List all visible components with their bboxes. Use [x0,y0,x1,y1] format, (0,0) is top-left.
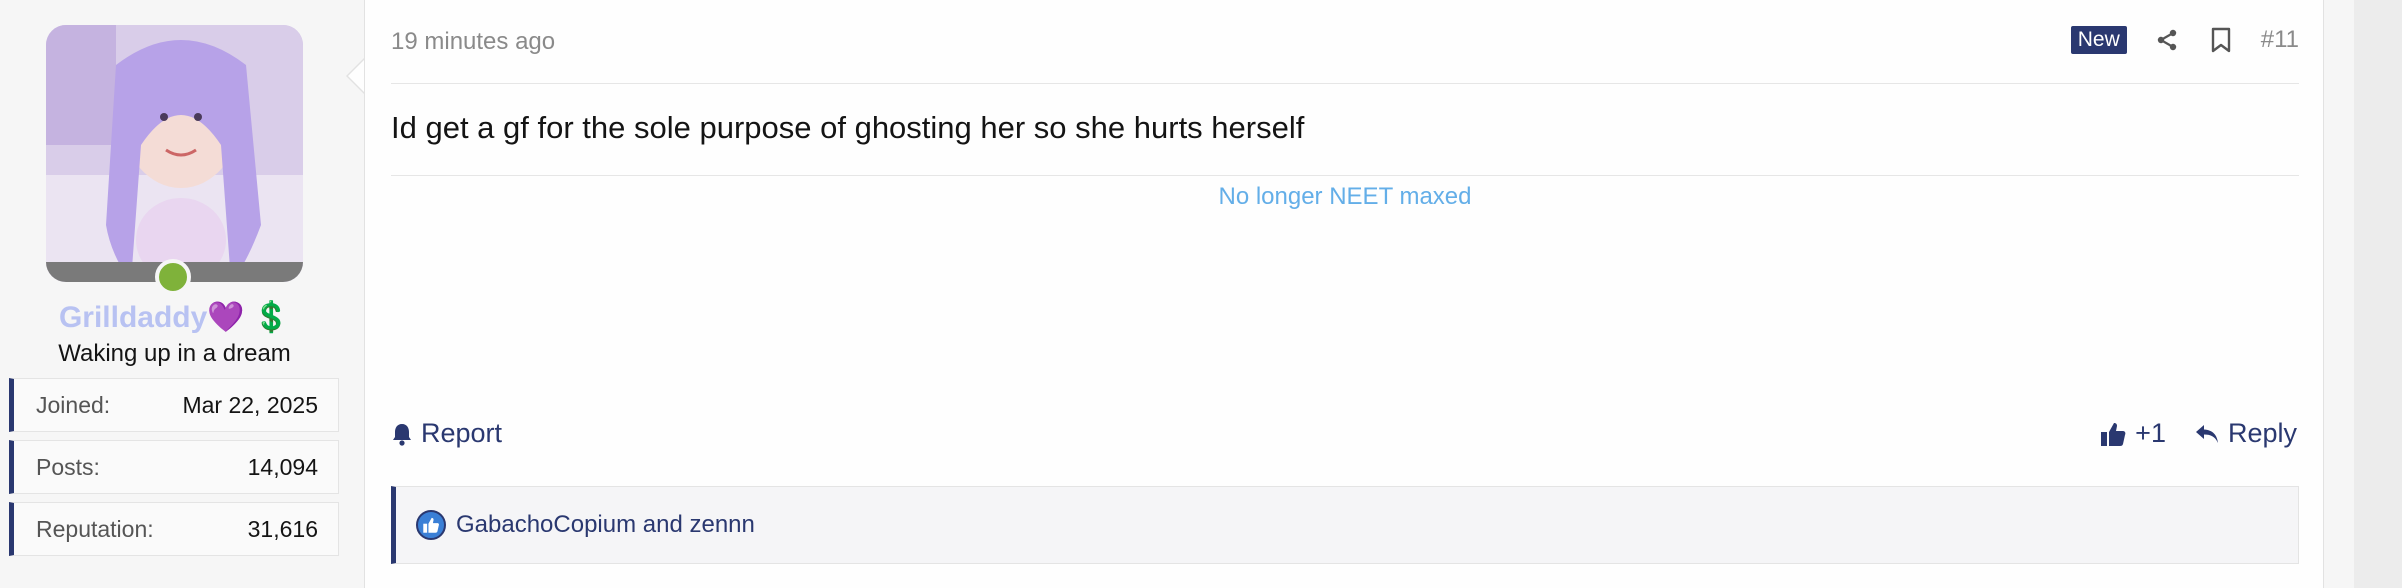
stat-label: Reputation: [36,515,154,542]
post-header: 19 minutes ago New #11 [391,20,2299,84]
post-pointer-inner [348,60,364,92]
like-reaction-icon [416,510,446,540]
avatar[interactable] [46,25,303,282]
post-footer-right: +1 Reply [2099,418,2297,449]
user-panel: Grilldaddy💜 💲 Waking up in a dream Joined… [0,0,364,588]
scrollbar-track[interactable] [2354,0,2402,588]
post-timestamp[interactable]: 19 minutes ago [391,28,555,56]
stat-joined: Joined: Mar 22, 2025 [9,378,339,432]
post-header-actions: New #11 [2070,26,2299,54]
bell-icon [393,423,411,446]
post-container: 19 minutes ago New #11 Id get a gf for t… [364,0,2324,588]
post-footer-left: Report [391,418,502,449]
report-button[interactable]: Report [391,418,502,449]
online-status-indicator [155,259,191,295]
username[interactable]: Grilldaddy💜 💲 [0,300,349,335]
reactions-users-link[interactable]: GabachoCopium and zennn [456,511,755,539]
stat-reputation: Reputation: 31,616 [9,502,339,556]
signature-divider [391,175,2299,176]
reactions-bar: GabachoCopium and zennn [391,486,2299,564]
like-label[interactable]: +1 [2135,418,2166,449]
reply-label[interactable]: Reply [2228,418,2297,449]
report-label[interactable]: Report [421,418,502,449]
stat-label: Posts: [36,453,100,480]
user-signature: No longer NEET maxed [1218,183,1472,210]
username-text[interactable]: Grilldaddy [59,301,207,334]
heart-icon: 💜 [207,301,245,334]
user-title: Waking up in a dream [58,340,291,367]
stat-value: 14,094 [247,453,318,480]
reply-button[interactable]: Reply [2194,418,2297,449]
stat-value: 31,616 [247,515,318,542]
share-icon[interactable] [2153,26,2181,54]
reply-arrow-icon [2195,424,2218,443]
thumbs-up-icon [2101,422,2126,446]
stat-posts: Posts: 14,094 [9,440,339,494]
post-number-link[interactable]: #11 [2261,26,2299,54]
new-badge: New [2070,26,2127,54]
like-button[interactable]: +1 [2099,418,2166,449]
stat-label: Joined: [36,391,111,418]
post-message: Id get a gf for the sole purpose of ghos… [391,110,1305,145]
bookmark-icon[interactable] [2207,26,2235,54]
dollar-badge-icon: 💲 [252,301,291,334]
stat-value: Mar 22, 2025 [182,391,318,418]
